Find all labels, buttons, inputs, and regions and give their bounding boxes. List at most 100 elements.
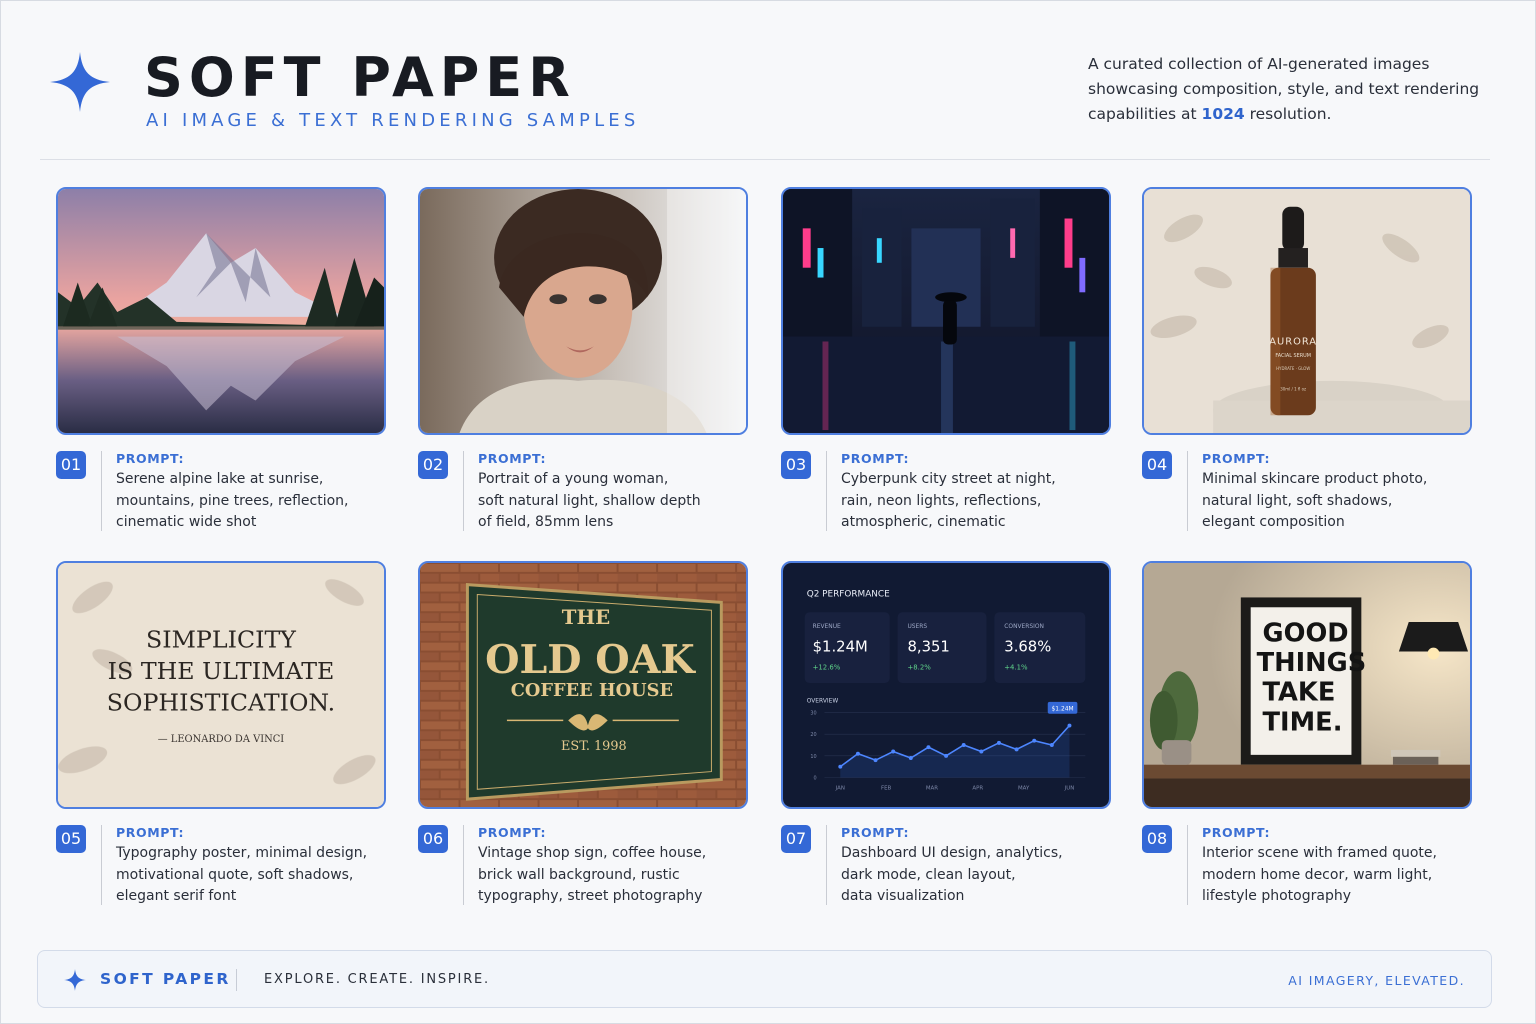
footer-right-text: AI IMAGERY, ELEVATED. xyxy=(1288,973,1465,988)
prompt-text: Vintage shop sign, coffee house, brick w… xyxy=(478,843,748,908)
prompt-line: Interior scene with framed quote, xyxy=(1202,845,1437,861)
prompt-line: rain, neon lights, reflections, xyxy=(841,492,1042,509)
prompt-label: PROMPT: xyxy=(1202,451,1271,466)
prompt-line: elegant composition xyxy=(1202,514,1345,530)
card-number-badge: 08 xyxy=(1142,825,1172,853)
product-detail-text: HYDRATE · GLOW xyxy=(1276,366,1310,371)
data-point xyxy=(996,740,1001,745)
x-tick-label: APR xyxy=(972,785,983,791)
poster-line-2: IS THE ULTIMATE xyxy=(108,657,335,685)
data-point xyxy=(891,749,896,754)
stat-delta: +12.6% xyxy=(813,663,841,671)
intro-text: A curated collection of AI-generated ima… xyxy=(1088,52,1498,127)
sample-image-skincare-product[interactable]: AURORA FACIAL SERUM HYDRATE · GLOW 30ml … xyxy=(1142,187,1472,435)
prompt-line: Dashboard UI design, analytics, xyxy=(841,845,1063,861)
prompt-text: Typography poster, minimal design, motiv… xyxy=(116,843,386,908)
header: SOFT PAPER AI IMAGE & TEXT RENDERING SAM… xyxy=(40,36,1490,156)
product-volume-text: 30ml / 1 fl oz xyxy=(1280,387,1306,392)
footer-bar: SOFT PAPER EXPLORE. CREATE. INSPIRE. AI … xyxy=(37,950,1492,1008)
data-point xyxy=(1067,723,1072,728)
intro-highlight: 1024 xyxy=(1201,105,1245,123)
card-divider xyxy=(463,825,464,905)
prompt-label: PROMPT: xyxy=(478,825,547,840)
card-number-badge: 05 xyxy=(56,825,86,853)
prompt-label: PROMPT: xyxy=(841,451,910,466)
x-tick-label: FEB xyxy=(881,785,892,791)
stat-label: REVENUE xyxy=(813,624,841,630)
stat-value: 3.68% xyxy=(1004,639,1051,656)
sample-image-interior-scene[interactable]: GOOD THINGS TAKE TIME. xyxy=(1142,561,1472,809)
prompt-text: Portrait of a young woman, soft natural … xyxy=(478,469,748,534)
data-point xyxy=(855,751,860,756)
sign-line-3: COFFEE HOUSE xyxy=(511,680,673,701)
frame-line-3: TAKE xyxy=(1263,678,1336,708)
sample-image-typography-poster[interactable]: SIMPLICITY IS THE ULTIMATE SOPHISTICATIO… xyxy=(56,561,386,809)
page-subtitle: AI IMAGE & TEXT RENDERING SAMPLES xyxy=(146,110,640,131)
prompt-line: Typography poster, minimal design, xyxy=(116,845,368,861)
poster-line-1: SIMPLICITY xyxy=(146,626,296,654)
prompt-line: modern home decor, warm light, xyxy=(1202,866,1433,883)
four-point-star-icon xyxy=(64,969,86,991)
card-number-badge: 06 xyxy=(418,825,448,853)
sample-image-cyberpunk-street[interactable] xyxy=(781,187,1111,435)
sample-image-dashboard[interactable]: Q2 PERFORMANCE REVENUE $1.24M +12.6% USE… xyxy=(781,561,1111,809)
page-title: SOFT PAPER xyxy=(144,46,576,109)
stat-delta: +4.1% xyxy=(1004,663,1028,671)
footer-separator xyxy=(236,969,237,991)
prompt-line: data visualization xyxy=(841,888,965,904)
x-tick-label: MAR xyxy=(926,785,938,791)
prompt-line: Serene alpine lake at sunrise, xyxy=(116,471,324,487)
poster-author: — LEONARDO DA VINCI xyxy=(158,734,285,745)
prompt-line: Minimal skincare product photo, xyxy=(1202,471,1428,487)
prompt-label: PROMPT: xyxy=(116,825,185,840)
prompt-line: natural light, soft shadows, xyxy=(1202,492,1393,509)
prompt-line: Cyberpunk city street at night, xyxy=(841,471,1056,487)
sample-image-shop-sign[interactable]: THE OLD OAK COFFEE HOUSE EST. 1998 xyxy=(418,561,748,809)
frame-line-1: GOOD xyxy=(1263,619,1349,649)
stat-delta: +8.2% xyxy=(907,663,931,671)
data-point xyxy=(1032,738,1037,743)
card-number-badge: 01 xyxy=(56,451,86,479)
y-tick-label: 0 xyxy=(813,775,816,781)
chart-tooltip-text: $1.24M xyxy=(1052,706,1074,712)
header-divider xyxy=(40,159,1490,160)
prompt-line: cinematic wide shot xyxy=(116,514,257,530)
sign-line-4: EST. 1998 xyxy=(561,739,627,754)
sample-image-portrait[interactable] xyxy=(418,187,748,435)
sign-line-1: THE xyxy=(562,605,610,629)
data-point xyxy=(1049,743,1054,747)
data-point xyxy=(944,753,949,758)
card-divider xyxy=(826,451,827,531)
card-divider xyxy=(1187,451,1188,531)
prompt-label: PROMPT: xyxy=(116,451,185,466)
x-tick-label: MAY xyxy=(1018,785,1030,791)
prompt-text: Minimal skincare product photo, natural … xyxy=(1202,469,1472,534)
prompt-label: PROMPT: xyxy=(841,825,910,840)
sign-line-2: OLD OAK xyxy=(485,637,696,683)
prompt-line: brick wall background, rustic xyxy=(478,866,680,883)
prompt-line: motivational quote, soft shadows, xyxy=(116,866,354,883)
frame-line-2: THINGS xyxy=(1257,648,1367,678)
intro-part2: resolution. xyxy=(1244,105,1332,123)
prompt-text: Serene alpine lake at sunrise, mountains… xyxy=(116,469,386,534)
stat-card-users: USERS 8,351 +8.2% xyxy=(897,612,987,684)
overview-label: OVERVIEW xyxy=(807,699,839,705)
prompt-line: Vintage shop sign, coffee house, xyxy=(478,845,707,861)
stat-value: 8,351 xyxy=(907,639,949,656)
dashboard-title: Q2 PERFORMANCE xyxy=(807,589,890,599)
prompt-label: PROMPT: xyxy=(478,451,547,466)
stat-value: $1.24M xyxy=(813,639,868,656)
data-point xyxy=(873,758,878,763)
card-divider xyxy=(463,451,464,531)
prompt-text: Dashboard UI design, analytics, dark mod… xyxy=(841,843,1111,908)
four-point-star-icon xyxy=(50,52,110,112)
product-brand-text: AURORA xyxy=(1269,336,1317,347)
prompt-line: lifestyle photography xyxy=(1202,888,1351,904)
y-tick-label: 30 xyxy=(810,711,816,717)
footer-brand: SOFT PAPER xyxy=(100,970,231,988)
sample-image-alpine-lake[interactable] xyxy=(56,187,386,435)
card-divider xyxy=(826,825,827,905)
frame-line-4: TIME. xyxy=(1263,707,1343,737)
poster-line-3: SOPHISTICATION. xyxy=(107,689,335,717)
x-tick-label: JUN xyxy=(1064,785,1075,791)
